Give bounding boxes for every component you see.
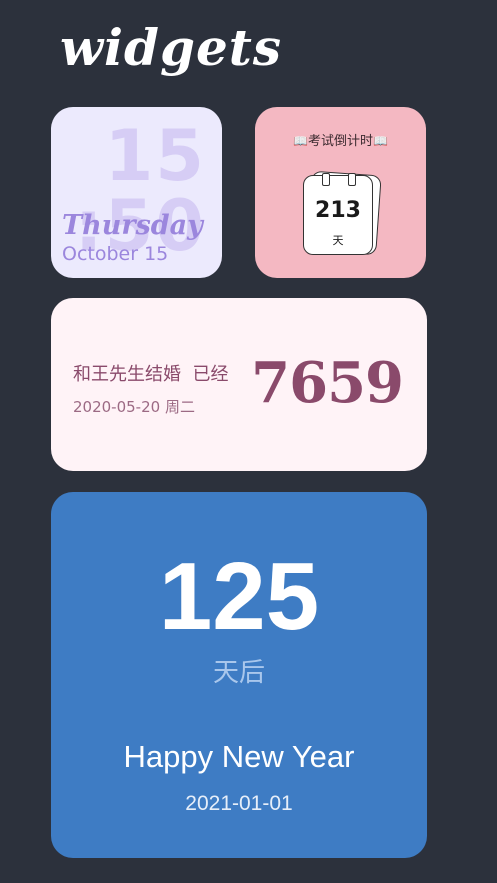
exam-countdown-widget[interactable]: 📖考试倒计时📖 213 天 xyxy=(255,107,426,278)
calendar-front-page: 213 天 xyxy=(303,173,373,255)
anniversary-text: 和王先生结婚 已经 xyxy=(73,364,229,385)
new-year-days-unit: 天后 xyxy=(212,658,265,688)
clock-date: October 15 xyxy=(62,243,169,265)
new-year-days: 125 xyxy=(158,543,320,650)
clock-hour: 15 xyxy=(104,115,206,197)
anniversary-date: 2020-05-20 周二 xyxy=(73,398,195,416)
exam-title: 考试倒计时 xyxy=(307,134,373,149)
new-year-date: 2021-01-01 xyxy=(185,792,293,815)
calendar-ring xyxy=(322,173,330,186)
calendar-icon: 213 天 xyxy=(303,169,382,257)
exam-days-unit: 天 xyxy=(332,234,344,247)
open-book-icon: 📖 xyxy=(293,134,308,148)
new-year-title: Happy New Year xyxy=(123,739,355,774)
exam-days: 213 xyxy=(315,198,361,223)
clock-widget[interactable]: 15 :50 Thursday October 15 xyxy=(51,107,222,278)
new-year-widget[interactable]: 125 天后 Happy New Year 2021-01-01 xyxy=(51,492,427,858)
anniversary-days: 7659 xyxy=(251,350,404,416)
anniversary-widget[interactable]: 和王先生结婚 已经 2020-05-20 周二 7659 xyxy=(51,298,427,471)
calendar-ring xyxy=(348,173,356,186)
page-title: widgets xyxy=(60,18,283,77)
open-book-icon: 📖 xyxy=(373,134,388,148)
clock-weekday: Thursday xyxy=(62,210,203,241)
exam-title-row: 📖考试倒计时📖 xyxy=(255,130,426,149)
